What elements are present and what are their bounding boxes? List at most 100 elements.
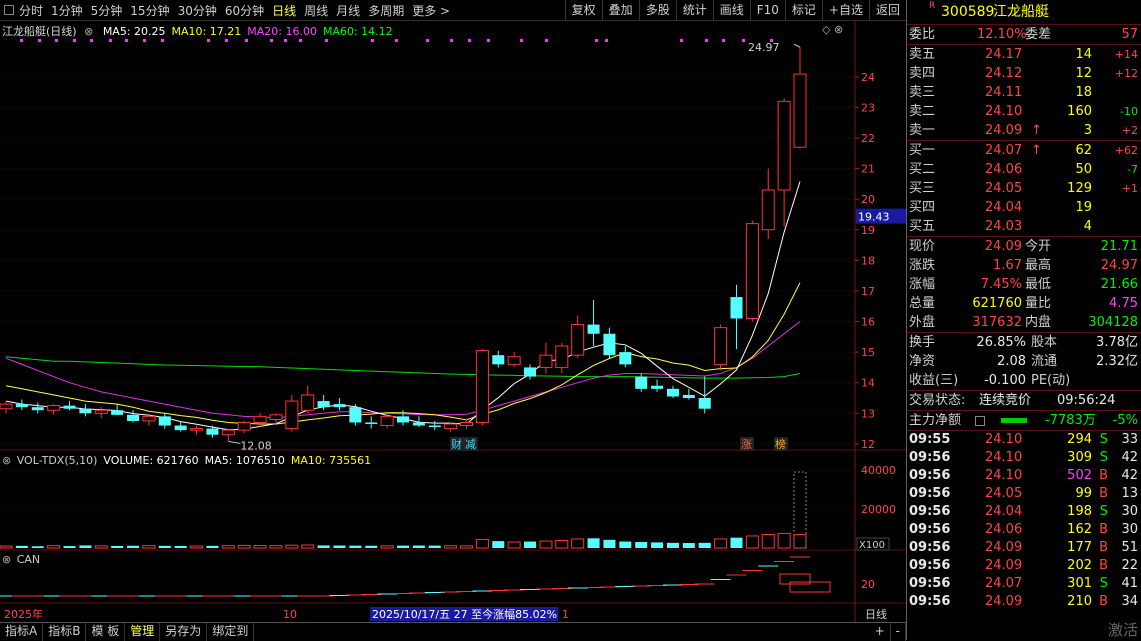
event-dot xyxy=(722,39,725,42)
kline-svg[interactable]: 12 13 14 15 16 17 18 19 20 21 22 23 24 24.97 12.08 19.4… xyxy=(0,20,906,622)
price-tick-label: 14 xyxy=(861,377,875,390)
list-icon[interactable] xyxy=(975,416,985,426)
tool-button-6[interactable]: 标记 xyxy=(784,0,822,20)
bid-row-1[interactable]: 买二 24.06 50 -7 xyxy=(907,160,1141,179)
period-tab-9[interactable]: 多周期 xyxy=(368,2,404,19)
bottom-tab-2[interactable]: 模 板 xyxy=(86,623,126,641)
period-tab-5[interactable]: 60分钟 xyxy=(225,2,264,19)
chart-title: 江龙船艇(日线) xyxy=(2,25,77,38)
candle-body xyxy=(555,345,569,368)
diamond-icon[interactable]: ◇ ⊗ xyxy=(822,23,843,36)
bid-row-4[interactable]: 买五 24.03 4 xyxy=(907,217,1141,236)
volume-bar xyxy=(761,533,775,549)
ask-vol: 160 xyxy=(1067,104,1092,119)
stat-value: 21.66 xyxy=(1100,277,1138,292)
bid-row-0[interactable]: 买一 24.07 ↑ 62 +62 xyxy=(907,141,1141,160)
zoom-out-button[interactable]: - xyxy=(891,623,906,641)
volume-bar xyxy=(0,545,13,549)
period-tab-2[interactable]: 5分钟 xyxy=(91,2,123,19)
vol-tick-label: 40000 xyxy=(861,464,896,477)
event-dot xyxy=(125,39,128,42)
chevron-down-icon[interactable]: ⊗ xyxy=(2,454,11,467)
zoom-in-button[interactable]: + xyxy=(870,623,891,641)
candle-body xyxy=(492,355,505,365)
tick-row: 09:56 24.10 502 B 42 xyxy=(907,467,1141,485)
tick-vol: 301 xyxy=(1067,576,1092,591)
bid-price: 24.03 xyxy=(985,219,1023,234)
tool-button-2[interactable]: 多股 xyxy=(638,0,676,20)
chevron-down-icon[interactable]: ⊗ xyxy=(2,553,11,566)
ask-row-3[interactable]: 卖二 24.10 160 -10 xyxy=(907,102,1141,121)
volume-bar xyxy=(555,539,569,549)
period-tab-4[interactable]: 30分钟 xyxy=(178,2,217,19)
bid-row-2[interactable]: 买三 24.05 129 +1 xyxy=(907,179,1141,198)
event-dot xyxy=(55,39,58,42)
stat-label: 内盘 xyxy=(1025,315,1052,330)
candle-body xyxy=(158,416,171,426)
tool-button-8[interactable]: 返回 xyxy=(868,0,906,20)
bid-row-3[interactable]: 买四 24.04 19 xyxy=(907,198,1141,217)
candle-body xyxy=(397,416,409,423)
tick-count: 13 xyxy=(1121,486,1138,501)
ma5-line xyxy=(5,181,801,431)
date-label-left: 2025年 xyxy=(4,607,43,621)
period-tab-10[interactable]: 更多 > xyxy=(412,2,450,19)
bottom-tab-1[interactable]: 指标B xyxy=(43,623,87,641)
period-tab-1[interactable]: 1分钟 xyxy=(51,2,83,19)
bid-vol: 62 xyxy=(1075,143,1092,158)
tool-button-1[interactable]: 叠加 xyxy=(601,0,639,20)
menu-square-icon[interactable] xyxy=(4,5,14,15)
current-price-label: 19.43 xyxy=(858,211,890,224)
ask-row-0[interactable]: 卖五 24.17 14 +14 xyxy=(907,45,1141,64)
chart-area[interactable]: 12 13 14 15 16 17 18 19 20 21 22 23 24 24.97 12.08 19.4… xyxy=(0,20,906,622)
price-tick-label: 18 xyxy=(861,254,875,267)
tick-vol: 177 xyxy=(1067,540,1092,555)
tool-button-3[interactable]: 统计 xyxy=(675,0,713,20)
can-tick-label: 20 xyxy=(861,578,875,591)
tick-time: 09:56 xyxy=(909,594,951,609)
period-tab-8[interactable]: 月线 xyxy=(336,2,360,19)
candle-body xyxy=(745,223,759,319)
event-dot xyxy=(520,39,523,42)
tick-list[interactable]: 09:55 24.10 294 S 33 09:56 24.10 309 S 42 09:56 24.… xyxy=(907,430,1141,611)
price-tick-label: 19 xyxy=(861,224,875,237)
price-tick-label: 13 xyxy=(861,407,875,420)
ask-label: 卖四 xyxy=(909,66,936,81)
period-tab-6[interactable]: 日线 xyxy=(272,2,296,19)
tool-button-0[interactable]: 复权 xyxy=(564,0,602,20)
period-tab-7[interactable]: 周线 xyxy=(304,2,328,19)
volume-bar xyxy=(237,544,251,549)
candle-body xyxy=(111,410,124,415)
chevron-down-icon[interactable]: ⊗ xyxy=(84,25,93,38)
ask-row-4[interactable]: 卖一 24.09 ↑ 3 +2 xyxy=(907,121,1141,140)
bottom-tab-4[interactable]: 另存为 xyxy=(160,623,208,641)
volume-bar xyxy=(651,542,664,548)
ask-price: 24.11 xyxy=(985,85,1023,100)
stat-value: 1.67 xyxy=(993,258,1022,273)
tool-button-7[interactable]: +自选 xyxy=(821,0,869,20)
price-tick-label: 12 xyxy=(861,438,875,451)
ask-row-1[interactable]: 卖四 24.12 12 +12 xyxy=(907,64,1141,83)
weicha-value: 57 xyxy=(1121,27,1138,42)
bid-price: 24.04 xyxy=(985,200,1023,215)
ma-info-2: MA20: 16.00 xyxy=(247,25,317,38)
tool-button-4[interactable]: 画线 xyxy=(712,0,750,20)
stat2-row-2: 收益(三) -0.100 PE(动) xyxy=(907,371,1141,390)
event-dot xyxy=(245,39,248,42)
volume-bar xyxy=(94,545,108,549)
net-flow-bar xyxy=(1001,418,1027,423)
volume-bar xyxy=(79,545,92,548)
stat2-label: 换手 xyxy=(909,335,936,350)
r-badge: R xyxy=(929,1,936,11)
volume-bar xyxy=(127,545,140,548)
bid-chg: -7 xyxy=(1127,163,1138,176)
bottom-tab-3[interactable]: 管理 xyxy=(125,623,161,641)
tool-button-5[interactable]: F10 xyxy=(749,0,785,20)
ask-row-2[interactable]: 卖三 24.11 18 xyxy=(907,83,1141,102)
period-tab-3[interactable]: 15分钟 xyxy=(130,2,169,19)
bottom-tab-0[interactable]: 指标A xyxy=(0,623,44,641)
bottom-tab-5[interactable]: 绑定到 xyxy=(207,623,255,641)
can-info-bar: ⊗ CAN xyxy=(2,553,46,566)
period-tab-0[interactable]: 分时 xyxy=(19,2,43,19)
volume-bar xyxy=(285,544,299,549)
